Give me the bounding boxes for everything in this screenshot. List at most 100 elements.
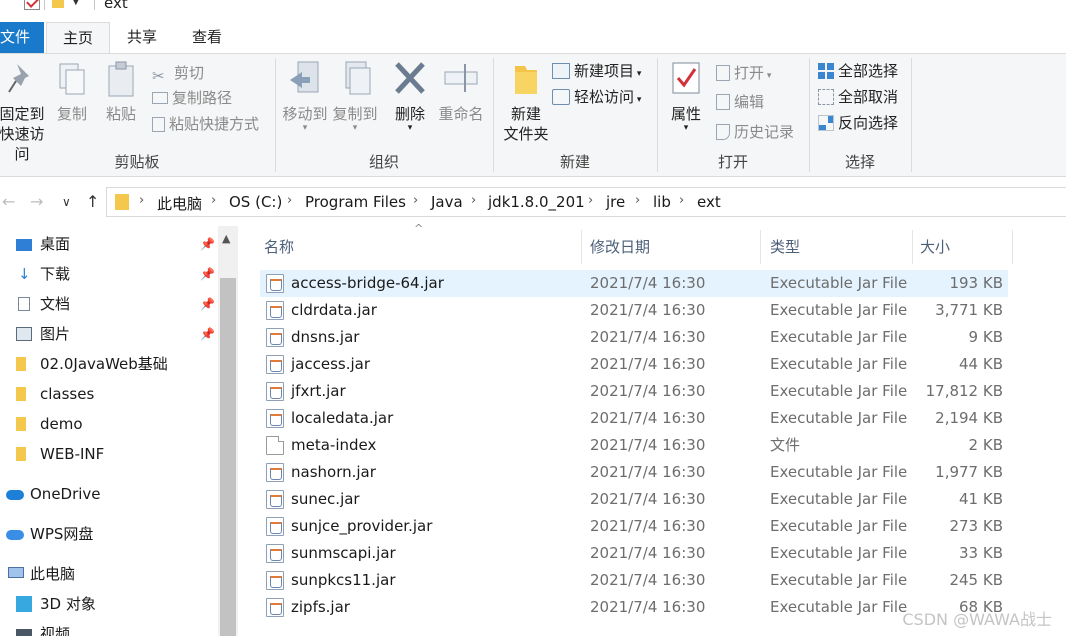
properties-label: 属性 (670, 105, 701, 123)
file-row[interactable]: localedata.jar 2021/7/4 16:30 Executable J… (260, 405, 1008, 432)
file-row[interactable]: sunec.jar 2021/7/4 16:30 Executable Jar Fi… (260, 486, 1008, 513)
open-button[interactable]: 打开 ▾ (716, 62, 771, 84)
column-divider[interactable] (760, 230, 761, 264)
pin-label-line1: 固定到 (0, 105, 45, 123)
nav-item-demo[interactable]: demo (16, 409, 83, 439)
breadcrumb-ext[interactable]: ext (697, 193, 721, 211)
forward-arrow-icon[interactable]: → (30, 192, 43, 211)
address-bar[interactable]: › 此电脑 › OS (C:) › Program Files › Java ›… (106, 187, 1066, 217)
file-row[interactable]: access-bridge-64.jar 2021/7/4 16:30 Execut… (260, 270, 1008, 297)
nav-item-label: 图片 (40, 325, 71, 343)
easy-access-button[interactable]: 轻松访问 ▾ (552, 86, 641, 108)
file-row[interactable]: jfxrt.jar 2021/7/4 16:30 Executable Jar Fi… (260, 378, 1008, 405)
nav-item-javaweb[interactable]: 02.0JavaWeb基础 (16, 349, 168, 379)
breadcrumb-chevron-icon[interactable]: › (679, 193, 684, 208)
customize-quick-access-chevron-icon[interactable]: ▼ (72, 0, 80, 7)
file-row[interactable]: sunpkcs11.jar 2021/7/4 16:30 Executable Ja… (260, 567, 1008, 594)
copy-path-button[interactable]: 复制路径 (152, 87, 232, 109)
nav-item-videos[interactable]: 视频 (16, 619, 70, 636)
breadcrumb-this-pc[interactable]: 此电脑 (157, 193, 202, 214)
breadcrumb-chevron-icon[interactable]: › (139, 193, 144, 208)
file-row[interactable]: sunjce_provider.jar 2021/7/4 16:30 Executa… (260, 513, 1008, 540)
paste-shortcut-button[interactable]: 粘贴快捷方式 (152, 113, 259, 135)
pin-to-quick-access-button[interactable]: 固定到 快速访问 (0, 60, 50, 164)
back-arrow-icon[interactable]: ← (2, 192, 15, 211)
breadcrumb-java[interactable]: Java (431, 193, 463, 211)
column-divider[interactable] (912, 230, 913, 264)
new-folder-quick-icon[interactable] (52, 0, 64, 8)
nav-item-3d-objects[interactable]: 3D 对象 (16, 589, 96, 619)
breadcrumb-chevron-icon[interactable]: › (211, 193, 216, 208)
breadcrumb-chevron-icon[interactable]: › (413, 193, 418, 208)
breadcrumb-chevron-icon[interactable]: › (471, 193, 476, 208)
file-row[interactable]: meta-index 2021/7/4 16:30 文件 2 KB (260, 432, 1008, 459)
tab-file[interactable]: 文件 (0, 22, 44, 53)
recent-locations-chevron-icon[interactable]: ∨ (62, 195, 71, 209)
nav-item-this-pc[interactable]: 此电脑 (6, 559, 75, 589)
edit-button[interactable]: 编辑 (716, 91, 764, 113)
file-row[interactable]: sunmscapi.jar 2021/7/4 16:30 Executable Ja… (260, 540, 1008, 567)
file-name: zipfs.jar (291, 598, 350, 616)
column-header-name[interactable]: 名称 (264, 232, 294, 262)
nav-item-downloads[interactable]: ↓ 下载 📌 (16, 259, 215, 289)
properties-quick-icon[interactable] (24, 0, 40, 10)
new-folder-button[interactable]: 新建 文件夹 (498, 60, 554, 144)
file-row[interactable]: zipfs.jar 2021/7/4 16:30 Executable Jar Fi… (260, 594, 1008, 621)
nav-item-classes[interactable]: classes (16, 379, 94, 409)
nav-item-pictures[interactable]: 图片 📌 (16, 319, 215, 349)
file-row[interactable]: dnsns.jar 2021/7/4 16:30 Executable Jar Fi… (260, 324, 1008, 351)
copy-button[interactable]: 复制 (52, 60, 92, 124)
column-divider[interactable] (1012, 230, 1013, 264)
file-row[interactable]: cldrdata.jar 2021/7/4 16:30 Executable Jar… (260, 297, 1008, 324)
new-group: 新建 文件夹 新建项目 ▾ 轻松访问 ▾ 新建 (494, 54, 656, 176)
breadcrumb-program-files[interactable]: Program Files (305, 193, 406, 211)
column-header-type[interactable]: 类型 (770, 232, 800, 262)
breadcrumb-jre[interactable]: jre (606, 193, 625, 211)
new-item-button[interactable]: 新建项目 ▾ (552, 60, 641, 82)
breadcrumb-chevron-icon[interactable]: › (588, 193, 593, 208)
nav-item-desktop[interactable]: 桌面 📌 (16, 229, 215, 259)
navigation-scrollbar[interactable]: ▲ (218, 226, 238, 636)
file-row[interactable]: nashorn.jar 2021/7/4 16:30 Executable Jar … (260, 459, 1008, 486)
invert-selection-button[interactable]: 反向选择 (818, 112, 898, 134)
select-none-button[interactable]: 全部取消 (818, 86, 898, 108)
select-all-button[interactable]: 全部选择 (818, 60, 898, 82)
sort-ascending-icon: ^ (414, 222, 424, 235)
clipboard-icon (108, 61, 134, 97)
history-button[interactable]: 历史记录 (716, 121, 794, 143)
breadcrumb-os-c[interactable]: OS (C:) (229, 193, 282, 211)
nav-item-web-inf[interactable]: WEB-INF (16, 439, 104, 469)
breadcrumb-chevron-icon[interactable]: › (287, 193, 292, 208)
breadcrumb-jdk[interactable]: jdk1.8.0_201 (488, 193, 585, 211)
paste-button[interactable]: 粘贴 (100, 60, 142, 124)
file-name: localedata.jar (291, 409, 394, 427)
history-label: 历史记录 (734, 123, 795, 141)
tab-view[interactable]: 查看 (174, 22, 240, 53)
delete-button[interactable]: 删除 ▾ (390, 60, 430, 133)
rename-button[interactable]: 重命名 (436, 60, 486, 124)
move-to-button[interactable]: 移动到 ▾ (280, 60, 330, 133)
copy-to-button[interactable]: 复制到 ▾ (330, 60, 380, 133)
tab-share[interactable]: 共享 (110, 22, 174, 53)
open-icon (716, 65, 730, 81)
cloud-icon (6, 530, 24, 540)
nav-item-documents[interactable]: 文档 📌 (16, 289, 215, 319)
scroll-up-arrow-icon[interactable]: ▲ (222, 232, 230, 245)
file-row[interactable]: jaccess.jar 2021/7/4 16:30 Executable Jar … (260, 351, 1008, 378)
file-size: 2 KB (968, 436, 1003, 454)
nav-item-label: 3D 对象 (40, 595, 96, 613)
column-header-date[interactable]: 修改日期 (590, 232, 650, 262)
nav-item-onedrive[interactable]: OneDrive (6, 479, 101, 509)
file-date: 2021/7/4 16:30 (590, 517, 706, 535)
breadcrumb-lib[interactable]: lib (653, 193, 671, 211)
cut-button[interactable]: ✂ 剪切 (152, 62, 204, 85)
clipboard-group: 固定到 快速访问 复制 粘贴 ✂ 剪切 复制路径 粘贴快捷方式 剪贴板 (0, 54, 274, 176)
tab-home[interactable]: 主页 (46, 22, 110, 54)
nav-item-wps[interactable]: WPS网盘 (6, 519, 93, 549)
scrollbar-thumb[interactable] (220, 278, 236, 636)
properties-button[interactable]: 属性 ▾ (664, 60, 708, 133)
column-divider[interactable] (581, 230, 582, 264)
up-arrow-icon[interactable]: ↑ (86, 192, 99, 211)
breadcrumb-chevron-icon[interactable]: › (635, 193, 640, 208)
column-header-size[interactable]: 大小 (920, 232, 950, 262)
